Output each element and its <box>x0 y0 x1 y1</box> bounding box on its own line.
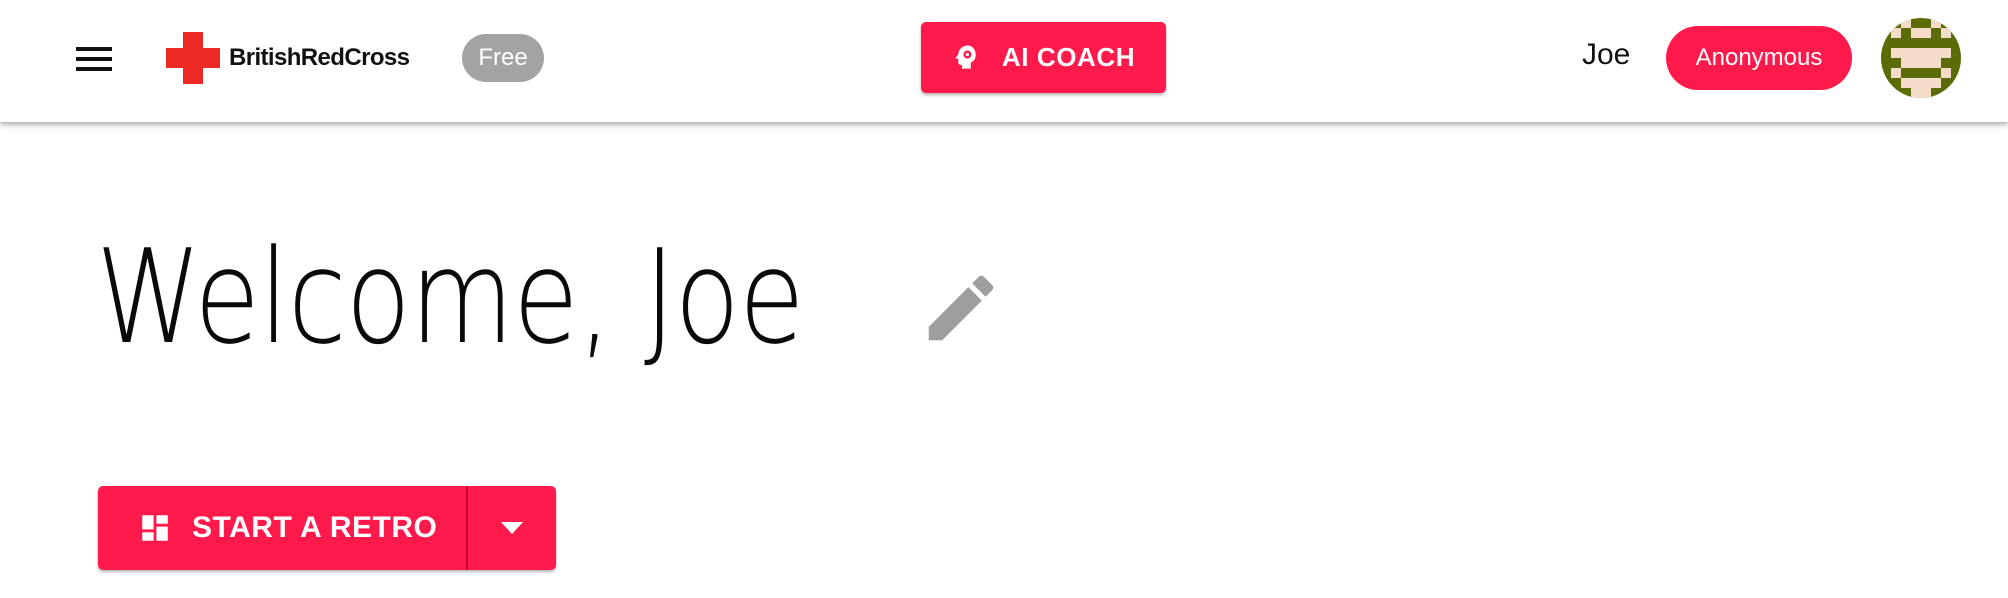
arrow-drop-down-icon <box>501 522 523 534</box>
dashboard-icon <box>142 515 168 541</box>
brand-logo[interactable]: BritishRedCross <box>166 32 410 84</box>
edit-name-button[interactable] <box>918 265 1004 351</box>
top-app-bar: BritishRedCross Free AI COACH Joe Anonym… <box>0 0 2008 122</box>
pixel-avatar-icon <box>1881 18 1961 98</box>
pencil-icon <box>928 275 994 341</box>
start-retro-button[interactable]: START A RETRO <box>98 486 468 570</box>
red-cross-icon <box>166 32 220 84</box>
plan-badge: Free <box>462 34 544 82</box>
head-gear-icon <box>955 45 976 69</box>
hamburger-menu-icon[interactable] <box>72 44 116 74</box>
start-retro-split-button: START A RETRO <box>98 486 556 570</box>
user-name: Joe <box>1582 38 1631 71</box>
anonymous-role-button[interactable]: Anonymous <box>1666 26 1852 90</box>
user-avatar[interactable] <box>1881 18 1961 98</box>
page-title: Welcome, Joe <box>96 221 805 373</box>
start-retro-label: START A RETRO <box>192 511 438 544</box>
ai-coach-label: AI COACH <box>1001 42 1136 72</box>
brand-name: BritishRedCross <box>229 44 410 71</box>
start-retro-dropdown-button[interactable] <box>468 486 556 570</box>
welcome-heading: Welcome, Joe <box>96 232 959 362</box>
ai-coach-button[interactable]: AI COACH <box>921 22 1166 93</box>
